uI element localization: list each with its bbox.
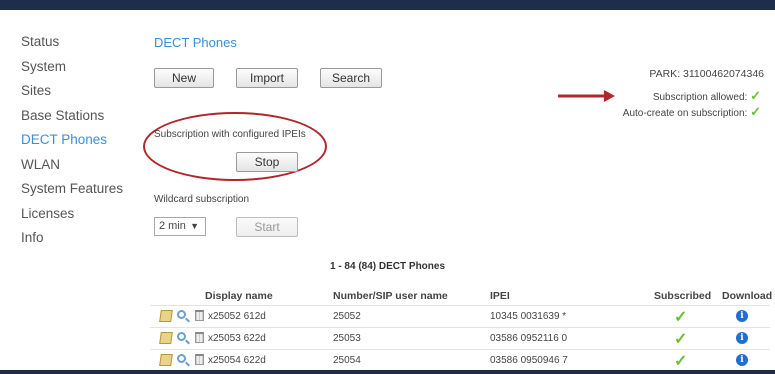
table-row: x25052 612d 25052 10345 0031639 * ✓ i bbox=[150, 305, 770, 327]
row-divider bbox=[150, 327, 770, 328]
chevron-down-icon: ▼ bbox=[190, 221, 199, 231]
stop-button[interactable]: Stop bbox=[236, 152, 298, 172]
row-divider bbox=[150, 305, 770, 306]
ipei-cell: 03586 0950946 7 bbox=[490, 355, 568, 366]
magnifier-icon[interactable] bbox=[177, 310, 186, 319]
sidebar-item-system[interactable]: System bbox=[21, 57, 141, 82]
display-name-cell: x25052 612d bbox=[208, 311, 266, 322]
new-button[interactable]: New bbox=[154, 68, 214, 88]
sidebar-item-system-features[interactable]: System Features bbox=[21, 179, 141, 204]
phone-count: 1 - 84 (84) DECT Phones bbox=[0, 261, 775, 272]
sidebar-item-status[interactable]: Status bbox=[21, 32, 141, 57]
column-header-subscribed[interactable]: Subscribed bbox=[654, 290, 711, 302]
column-header-ipei[interactable]: IPEI bbox=[490, 290, 510, 302]
subscribed-check-icon: ✓ bbox=[674, 309, 688, 326]
import-button[interactable]: Import bbox=[236, 68, 298, 88]
sidebar-item-wlan[interactable]: WLAN bbox=[21, 155, 141, 180]
subscription-allowed-label: Subscription allowed: bbox=[652, 92, 748, 103]
display-name-cell: x25054 622d bbox=[208, 355, 266, 366]
row-divider bbox=[150, 349, 770, 350]
info-icon[interactable]: i bbox=[736, 332, 748, 344]
info-icon[interactable]: i bbox=[736, 354, 748, 366]
sidebar-item-base-stations[interactable]: Base Stations bbox=[21, 106, 141, 131]
number-cell: 25053 bbox=[333, 333, 361, 344]
auto-create-label: Auto-create on subscription: bbox=[622, 108, 748, 119]
edit-icon[interactable] bbox=[159, 332, 173, 344]
wildcard-subscription-label: Wildcard subscription bbox=[154, 194, 250, 205]
check-icon: ✓ bbox=[750, 104, 761, 119]
trash-icon[interactable] bbox=[195, 354, 204, 365]
configured-ipei-label: Subscription with configured IPEIs bbox=[154, 129, 306, 140]
ipei-cell: 10345 0031639 * bbox=[490, 311, 567, 322]
table-row: x25053 622d 25053 03586 0952116 0 ✓ i bbox=[150, 327, 770, 349]
check-icon: ✓ bbox=[750, 88, 761, 103]
sidebar-item-info[interactable]: Info bbox=[21, 228, 141, 253]
park-label: PARK: 31100462074346 bbox=[649, 68, 764, 80]
number-cell: 25052 bbox=[333, 311, 361, 322]
subscribed-check-icon: ✓ bbox=[674, 331, 688, 348]
auto-create-status: Auto-create on subscription: ✓ bbox=[623, 104, 761, 120]
annotation-arrow bbox=[558, 90, 615, 102]
column-header-download[interactable]: Download bbox=[722, 290, 772, 302]
column-header-display-name[interactable]: Display name bbox=[205, 290, 273, 302]
ipei-cell: 03586 0952116 0 bbox=[490, 333, 568, 344]
start-button[interactable]: Start bbox=[236, 217, 298, 237]
subscribed-check-icon: ✓ bbox=[674, 353, 688, 370]
edit-icon[interactable] bbox=[159, 354, 173, 366]
wildcard-duration-select[interactable]: 2 min ▼ bbox=[154, 217, 206, 236]
magnifier-icon[interactable] bbox=[177, 354, 186, 363]
phone-count-text: 1 - 84 (84) DECT Phones bbox=[329, 261, 446, 272]
number-cell: 25054 bbox=[333, 355, 361, 366]
bottom-bar bbox=[0, 370, 775, 374]
sidebar-item-licenses[interactable]: Licenses bbox=[21, 204, 141, 229]
sidebar-item-dect-phones[interactable]: DECT Phones bbox=[21, 130, 141, 155]
arrow-head bbox=[604, 90, 615, 102]
display-name-cell: x25053 622d bbox=[208, 333, 266, 344]
edit-icon[interactable] bbox=[159, 310, 173, 322]
trash-icon[interactable] bbox=[195, 332, 204, 343]
info-icon[interactable]: i bbox=[736, 310, 748, 322]
trash-icon[interactable] bbox=[195, 310, 204, 321]
annotation-ellipse bbox=[143, 112, 327, 181]
magnifier-icon[interactable] bbox=[177, 332, 186, 341]
search-button[interactable]: Search bbox=[320, 68, 382, 88]
sidebar-item-sites[interactable]: Sites bbox=[21, 81, 141, 106]
column-header-number[interactable]: Number/SIP user name bbox=[333, 290, 448, 302]
page-title: DECT Phones bbox=[154, 35, 237, 50]
wildcard-duration-value: 2 min bbox=[159, 220, 186, 232]
top-bar bbox=[0, 0, 775, 10]
sidebar-nav: Status System Sites Base Stations DECT P… bbox=[21, 32, 141, 253]
subscription-allowed-status: Subscription allowed: ✓ bbox=[653, 88, 761, 104]
table-row: x25054 622d 25054 03586 0950946 7 ✓ i bbox=[150, 349, 770, 371]
